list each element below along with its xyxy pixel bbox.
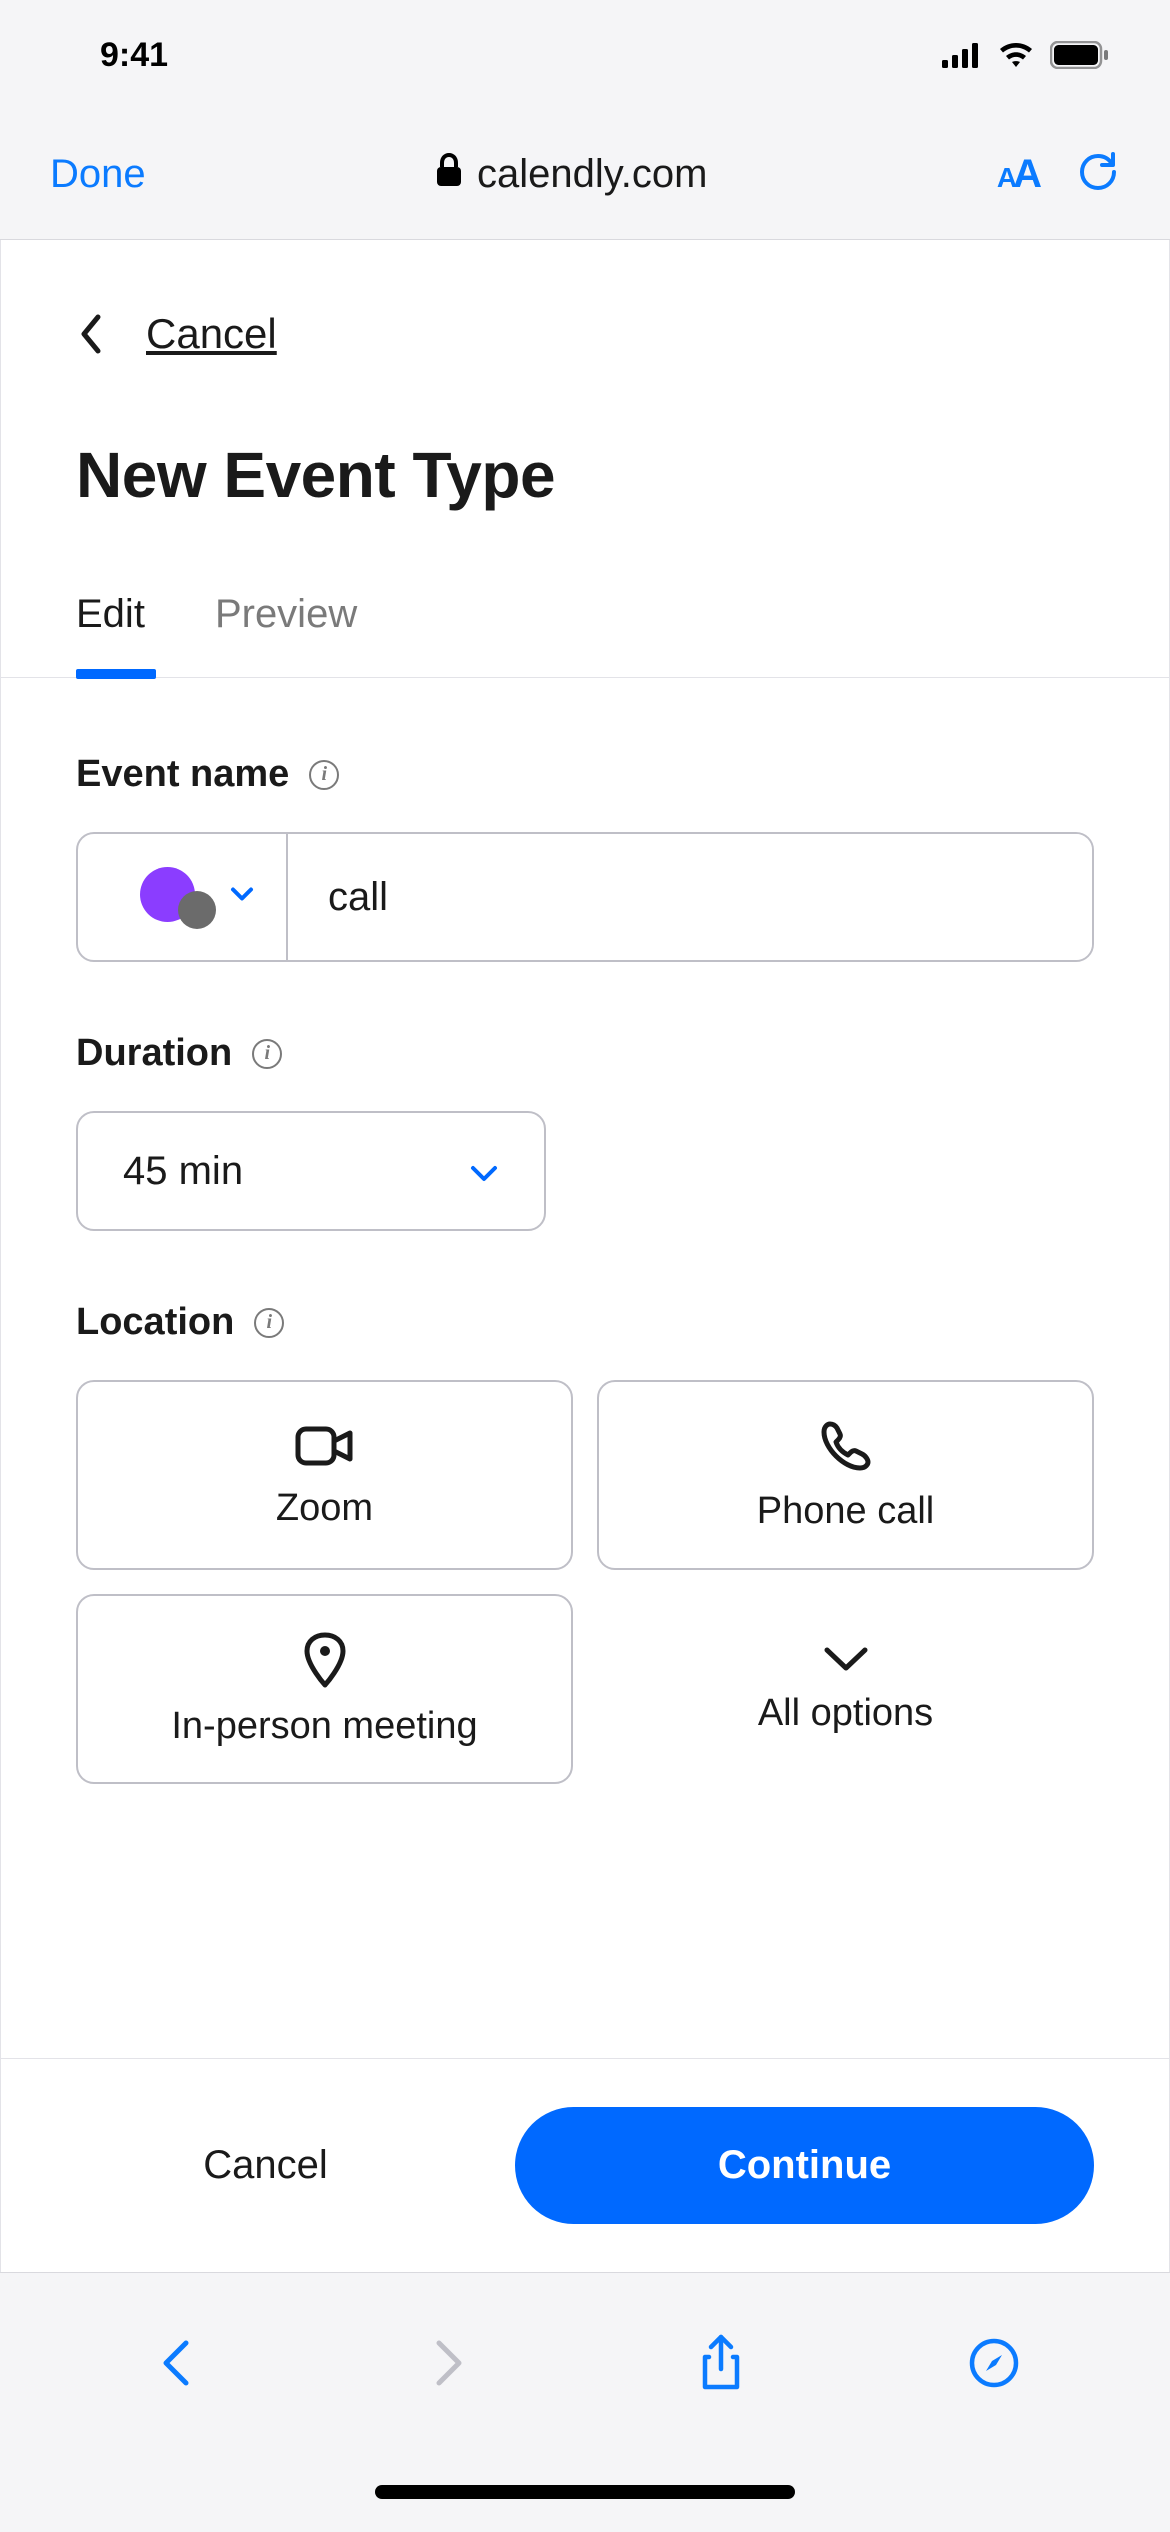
cellular-icon xyxy=(942,42,982,68)
form-footer: Cancel Continue xyxy=(1,2058,1169,2272)
safari-done-button[interactable]: Done xyxy=(50,152,146,197)
status-time: 9:41 xyxy=(100,36,168,75)
tab-edit[interactable]: Edit xyxy=(76,592,145,677)
location-option-phone[interactable]: Phone call xyxy=(597,1380,1094,1570)
event-color-picker[interactable] xyxy=(78,834,288,960)
share-icon[interactable] xyxy=(691,2333,751,2393)
tabs: Edit Preview xyxy=(1,592,1169,678)
back-chevron-icon[interactable] xyxy=(76,313,106,355)
continue-button[interactable]: Continue xyxy=(515,2107,1094,2224)
home-indicator-area xyxy=(0,2452,1170,2532)
duration-label: Duration i xyxy=(76,1032,1094,1075)
browser-back-icon[interactable] xyxy=(146,2337,206,2389)
home-indicator[interactable] xyxy=(375,2485,795,2499)
location-label: Location i xyxy=(76,1301,1094,1344)
tab-preview[interactable]: Preview xyxy=(215,592,357,677)
chevron-down-icon xyxy=(230,887,254,908)
event-name-row xyxy=(76,832,1094,962)
info-icon[interactable]: i xyxy=(252,1039,282,1069)
duration-value: 45 min xyxy=(123,1149,243,1194)
chevron-down-icon xyxy=(469,1149,499,1194)
event-name-label: Event name i xyxy=(76,753,1094,796)
color-dot-sub xyxy=(178,891,216,929)
text-size-button[interactable]: AA xyxy=(997,152,1038,197)
location-option-all[interactable]: All options xyxy=(597,1594,1094,1784)
battery-icon xyxy=(1050,41,1110,69)
info-icon[interactable]: i xyxy=(254,1308,284,1338)
location-option-zoom[interactable]: Zoom xyxy=(76,1380,573,1570)
page-header: Cancel New Event Type Edit Preview xyxy=(1,240,1169,678)
location-option-inperson[interactable]: In-person meeting xyxy=(76,1594,573,1784)
event-name-input[interactable] xyxy=(288,834,1092,960)
status-bar: 9:41 xyxy=(0,0,1170,110)
video-icon xyxy=(294,1421,356,1471)
safari-bottom-toolbar xyxy=(0,2272,1170,2452)
wifi-icon xyxy=(996,41,1036,69)
status-indicators xyxy=(942,41,1110,69)
browser-forward-icon xyxy=(419,2337,479,2389)
safari-nav-bar: Done calendly.com AA xyxy=(0,110,1170,240)
duration-select[interactable]: 45 min xyxy=(76,1111,546,1231)
location-pin-icon xyxy=(303,1631,347,1689)
safari-url-text: calendly.com xyxy=(477,152,707,197)
lock-icon xyxy=(435,152,463,197)
chevron-down-icon xyxy=(821,1644,871,1676)
cancel-link[interactable]: Cancel xyxy=(146,310,277,358)
location-grid: Zoom Phone call In-person meeting All op… xyxy=(76,1380,1094,1784)
reload-icon[interactable] xyxy=(1078,150,1120,199)
info-icon[interactable]: i xyxy=(309,760,339,790)
cancel-row: Cancel xyxy=(76,310,1094,358)
safari-actions: AA xyxy=(997,150,1120,199)
page-title: New Event Type xyxy=(76,438,1094,512)
form: Event name i Duration i 45 min xyxy=(1,678,1169,2058)
phone-icon xyxy=(818,1418,874,1474)
safari-url-display[interactable]: calendly.com xyxy=(435,152,707,197)
safari-compass-icon[interactable] xyxy=(964,2337,1024,2389)
cancel-button[interactable]: Cancel xyxy=(76,2143,455,2188)
page-content: Cancel New Event Type Edit Preview Event… xyxy=(0,240,1170,2272)
